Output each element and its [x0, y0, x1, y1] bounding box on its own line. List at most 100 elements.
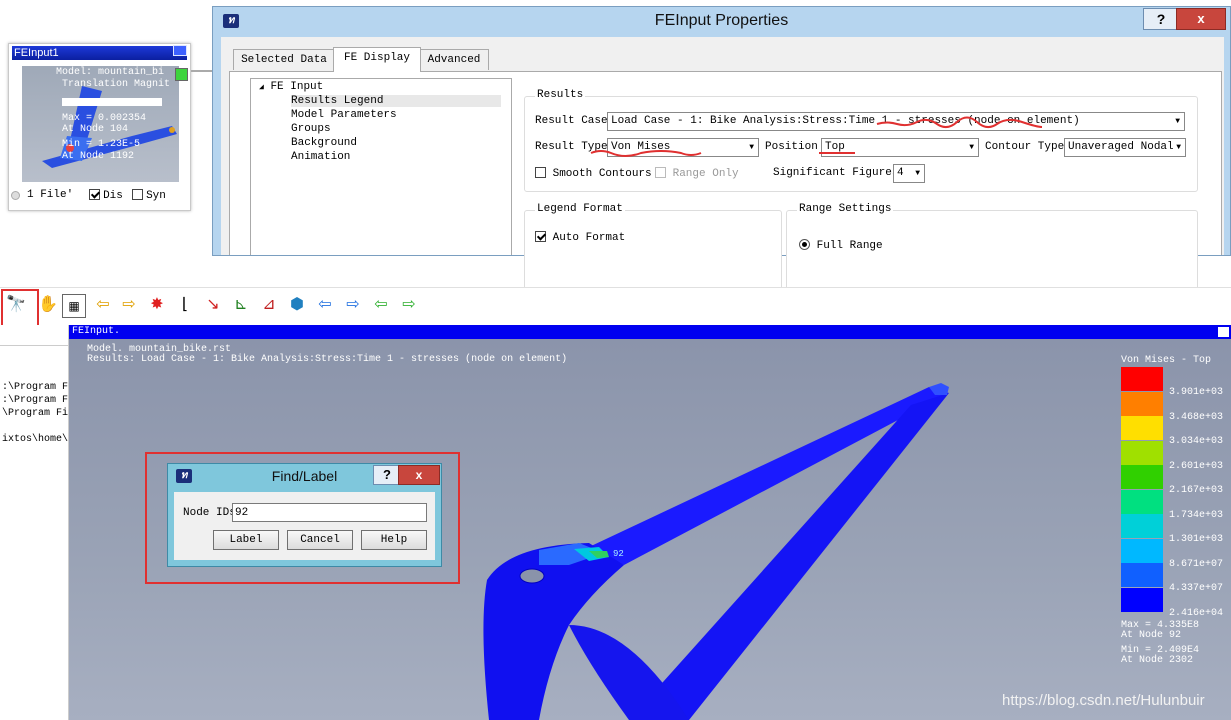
legend-value: 1.301e+03: [1169, 534, 1224, 545]
tab-panel: ◢ FE Input Results Legend Model Paramete…: [229, 71, 1222, 302]
axis-label-icon[interactable]: ⌊: [174, 294, 196, 316]
disp-label: Dis: [103, 190, 123, 202]
dropdown-arrow-icon: ▼: [969, 143, 974, 152]
find-close-button[interactable]: x: [398, 465, 440, 485]
result-case-label: Result Case: [535, 115, 608, 127]
zoom-box-icon[interactable]: ▦: [62, 294, 86, 318]
legend-value: 8.671e+07: [1169, 558, 1224, 570]
legend-value: 2.167e+03: [1169, 485, 1224, 496]
find-label-dialog: ท Find/Label ? x Node IDs Label Cancel H…: [167, 463, 442, 567]
help-button[interactable]: Help: [361, 530, 427, 550]
result-type-label: Result Type: [535, 141, 608, 153]
thumb-line: Translation Magnit: [62, 79, 171, 90]
tab-fe-display[interactable]: FE Display: [333, 47, 421, 72]
log-line: :\Program F: [2, 395, 69, 406]
hand-icon[interactable]: ✋: [37, 294, 59, 316]
watermark: https://blog.csdn.net/Hulunbuir: [1002, 692, 1205, 709]
legend-swatch: [1121, 367, 1163, 391]
legend-swatch: [1121, 416, 1163, 440]
tree-item-animation[interactable]: Animation: [291, 151, 350, 163]
module-status-bar: 1 File' Dis Syn: [9, 188, 190, 204]
thumb-line: Model: mountain_bi: [56, 67, 165, 78]
smooth-contours-option[interactable]: Smooth Contours: [535, 167, 652, 180]
legend-value: 3.034e+03: [1169, 436, 1224, 447]
result-type-select[interactable]: Von Mises ▼: [607, 138, 759, 157]
axes-red-icon[interactable]: ⊿: [258, 294, 280, 316]
arrow-left-icon[interactable]: ⇦: [92, 294, 114, 316]
legend-swatch: [1121, 440, 1163, 465]
smooth-contours-checkbox[interactable]: [535, 167, 546, 178]
tree-item-model-parameters[interactable]: Model Parameters: [291, 109, 397, 121]
legend-swatch: [1121, 514, 1163, 538]
log-pane: :\Program F :\Program F \Program Fi ixto…: [0, 325, 69, 720]
range-only-option[interactable]: Range Only: [655, 167, 739, 180]
thumb-line: At Node 104: [62, 124, 129, 135]
legend-value: 2.416e+04: [1169, 607, 1224, 619]
tree-root[interactable]: ◢ FE Input: [259, 81, 323, 93]
axes-icon[interactable]: ⊾: [230, 294, 252, 316]
results-group: Results Result Case Load Case - 1: Bike …: [524, 89, 1198, 192]
green-left-icon[interactable]: ⇦: [370, 294, 392, 316]
node-marker: 92: [613, 549, 624, 559]
full-range-option[interactable]: Full Range: [799, 239, 883, 252]
thumb-line: At Node 1192: [62, 151, 135, 162]
blue-left-icon[interactable]: ⇦: [314, 294, 336, 316]
auto-format-option[interactable]: Auto Format: [535, 231, 625, 244]
files-label: 1 File': [27, 189, 74, 201]
tab-advanced[interactable]: Advanced: [419, 49, 489, 70]
burst-icon[interactable]: ✸: [146, 294, 168, 316]
range-only-checkbox[interactable]: [655, 167, 666, 178]
tree-item-results-legend[interactable]: Results Legend: [291, 95, 501, 107]
tree-expand-icon[interactable]: ◢: [259, 83, 264, 92]
tab-selected-data[interactable]: Selected Data: [233, 49, 335, 70]
find-help-icon-button[interactable]: ?: [373, 465, 401, 485]
sync-toggle[interactable]: Syn: [132, 189, 166, 202]
significant-figures-label: Significant Figures: [773, 167, 899, 179]
disp-toggle[interactable]: Dis: [89, 189, 123, 202]
help-button[interactable]: ?: [1143, 8, 1179, 30]
contour-type-select[interactable]: Unaveraged Nodal ▼: [1064, 138, 1186, 157]
thumb-line: Min = 1.23E-5: [62, 139, 141, 150]
legend-swatch: [1121, 391, 1163, 416]
thumb-line: Max = 0.002354: [62, 113, 147, 124]
contour-type-label: Contour Type: [985, 141, 1065, 153]
range-settings-label: Range Settings: [797, 203, 894, 215]
auto-format-checkbox[interactable]: [535, 231, 546, 242]
result-case-select[interactable]: Load Case - 1: Bike Analysis:Stress:Time…: [607, 112, 1185, 131]
legend-swatch: [1121, 587, 1163, 612]
legend-value: 2.601e+03: [1169, 460, 1224, 472]
legend-value: 3.901e+03: [1169, 387, 1224, 398]
tree-item-background[interactable]: Background: [291, 137, 357, 149]
disp-checkbox[interactable]: [89, 189, 100, 200]
legend-max-node: At Node 92: [1121, 630, 1182, 641]
cancel-button[interactable]: Cancel: [287, 530, 353, 550]
significant-figures-select[interactable]: 4 ▼: [893, 164, 925, 183]
legend-swatch: [1121, 538, 1163, 563]
position-select[interactable]: Top ▼: [821, 138, 979, 157]
node-ids-label: Node IDs: [183, 507, 236, 519]
legend-format-label: Legend Format: [535, 203, 625, 215]
cube-icon[interactable]: ⬢: [286, 294, 308, 316]
full-range-radio[interactable]: [799, 239, 810, 250]
label-button[interactable]: Label: [213, 530, 279, 550]
settings-tree: ◢ FE Input Results Legend Model Paramete…: [250, 78, 512, 255]
sync-checkbox[interactable]: [132, 189, 143, 200]
legend-swatch: [1121, 563, 1163, 587]
module-minimize-icon[interactable]: [173, 45, 187, 56]
legend-min-node: At Node 2302: [1121, 655, 1194, 666]
module-output-port[interactable]: [175, 68, 188, 81]
feinput-module[interactable]: FEInput1 Model: mountain_bi Translation …: [8, 43, 191, 211]
close-button[interactable]: x: [1176, 8, 1226, 30]
pointer-icon[interactable]: ↘: [202, 294, 224, 316]
legend-title: Von Mises - Top: [1121, 355, 1212, 366]
node-ids-input[interactable]: [232, 503, 427, 522]
arrow-right-icon[interactable]: ⇨: [118, 294, 140, 316]
tree-item-groups[interactable]: Groups: [291, 123, 331, 135]
dialog-title: FEInput Properties: [654, 12, 789, 29]
viewer-toolbar: 🔭 ✋ ▦ ⇦ ⇨ ✸ ⌊ ↘ ⊾ ⊿ ⬢ ⇦ ⇨ ⇦ ⇨: [0, 287, 1231, 325]
legend-swatch: [1121, 489, 1163, 514]
green-right-icon[interactable]: ⇨: [398, 294, 420, 316]
blue-right-icon[interactable]: ⇨: [342, 294, 364, 316]
highlight-box-tool: [1, 289, 39, 327]
legend-value: 1.734e+03: [1169, 509, 1224, 521]
